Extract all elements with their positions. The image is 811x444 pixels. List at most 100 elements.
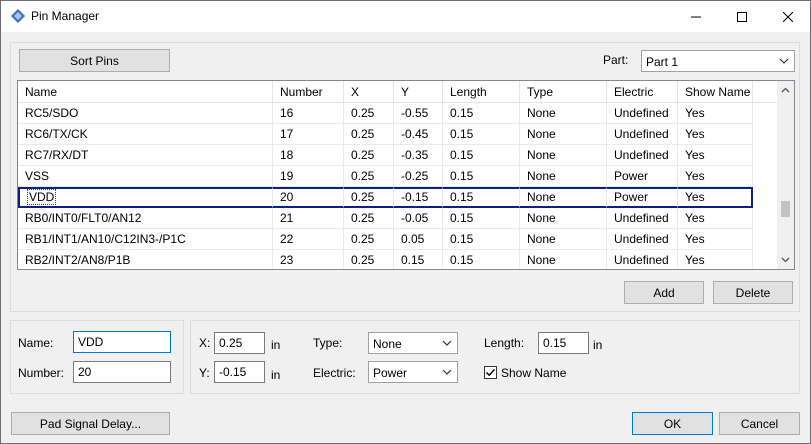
part-select[interactable]: Part 1 bbox=[641, 50, 795, 72]
table-row[interactable]: RB0/INT0/FLT0/AN12 21 0.25 -0.05 0.15 None Und… bbox=[18, 208, 778, 229]
column-header-type[interactable]: Type bbox=[520, 81, 607, 103]
cell-y: -0.15 bbox=[394, 187, 443, 208]
maximize-button[interactable] bbox=[719, 1, 765, 32]
chevron-down-icon bbox=[779, 58, 789, 64]
electric-select[interactable]: Power bbox=[368, 361, 458, 383]
cell-name: RB1/INT1/AN10/C12IN3-/P1C bbox=[18, 229, 273, 250]
y-unit-label: in bbox=[271, 368, 281, 382]
cell-text: Undefined bbox=[614, 211, 669, 225]
cell-text: 0.25 bbox=[351, 169, 375, 183]
name-field[interactable]: VDD bbox=[73, 331, 171, 353]
cell-text: 0.05 bbox=[401, 232, 425, 246]
part-label: Part: bbox=[603, 53, 629, 67]
cell-type: None bbox=[520, 187, 607, 208]
cell-text: Undefined bbox=[614, 253, 669, 267]
title-bar: Pin Manager bbox=[1, 1, 810, 32]
cell-type: None bbox=[520, 229, 607, 250]
cell-text: Yes bbox=[685, 232, 705, 246]
table-row[interactable]: RB2/INT2/AN8/P1B 23 0.25 0.15 0.15 None Undefi… bbox=[18, 250, 778, 269]
cell-text: 22 bbox=[280, 232, 294, 246]
close-icon bbox=[783, 11, 793, 22]
cell-text: 0.15 bbox=[450, 211, 474, 225]
pad-signal-delay-button[interactable]: Pad Signal Delay... bbox=[11, 412, 170, 435]
cell-y: -0.25 bbox=[394, 166, 443, 187]
sort-pins-button[interactable]: Sort Pins bbox=[19, 49, 170, 72]
pin-manager-window: Pin Manager Sort Pins Part: Part 1 Name … bbox=[0, 0, 811, 444]
column-header-number[interactable]: Number bbox=[273, 81, 344, 103]
vertical-scrollbar[interactable] bbox=[777, 81, 794, 269]
cell-text: VDD bbox=[27, 189, 57, 205]
cell-length: 0.15 bbox=[443, 166, 520, 187]
cell-text: RC6/TX/CK bbox=[25, 127, 88, 141]
cell-text: RC7/RX/DT bbox=[25, 148, 89, 162]
cell-number: 18 bbox=[273, 145, 344, 166]
cell-length: 0.15 bbox=[443, 103, 520, 124]
scrollbar-thumb[interactable] bbox=[781, 201, 790, 217]
column-header-length[interactable]: Length bbox=[443, 81, 520, 103]
x-label: X: bbox=[199, 336, 211, 350]
cell-y: -0.35 bbox=[394, 145, 443, 166]
cell-text: None bbox=[527, 127, 556, 141]
show-name-checkbox[interactable] bbox=[484, 366, 497, 379]
cell-text: 0.25 bbox=[351, 106, 375, 120]
pin-table[interactable]: Name Number X Y Length Type Electric Sho… bbox=[17, 80, 795, 270]
delete-button[interactable]: Delete bbox=[713, 281, 793, 304]
cell-text: 20 bbox=[280, 190, 294, 204]
close-button[interactable] bbox=[765, 1, 811, 32]
scroll-down-icon[interactable] bbox=[780, 254, 791, 265]
table-row[interactable]: RB1/INT1/AN10/C12IN3-/P1C 22 0.25 0.05 0.15 N… bbox=[18, 229, 778, 250]
cell-text: RB2/INT2/AN8/P1B bbox=[25, 253, 131, 267]
column-header-show-name[interactable]: Show Name bbox=[678, 81, 753, 103]
cell-text: Yes bbox=[685, 106, 705, 120]
app-logo-icon bbox=[11, 9, 25, 23]
part-select-value: Part 1 bbox=[646, 55, 679, 69]
cell-text: 17 bbox=[280, 127, 294, 141]
y-label: Y: bbox=[199, 366, 210, 380]
checkmark-icon bbox=[485, 368, 496, 377]
cell-show-name: Yes bbox=[678, 187, 753, 208]
table-row[interactable]: RC6/TX/CK 17 0.25 -0.45 0.15 None Undefined Yes bbox=[18, 124, 778, 145]
cancel-button[interactable]: Cancel bbox=[719, 412, 800, 435]
cell-x: 0.25 bbox=[344, 229, 394, 250]
pin-properties-panel bbox=[190, 320, 800, 394]
table-row[interactable]: RC7/RX/DT 18 0.25 -0.35 0.15 None Undefined Yes bbox=[18, 145, 778, 166]
cell-y: -0.05 bbox=[394, 208, 443, 229]
cell-text: RB0/INT0/FLT0/AN12 bbox=[25, 211, 142, 225]
cell-text: 0.15 bbox=[450, 127, 474, 141]
column-header-electric[interactable]: Electric bbox=[607, 81, 678, 103]
cell-text: -0.15 bbox=[401, 190, 429, 204]
add-button[interactable]: Add bbox=[624, 281, 704, 304]
cell-text: Power bbox=[614, 169, 649, 183]
minimize-button[interactable] bbox=[673, 1, 719, 32]
cell-text: 0.15 bbox=[401, 253, 425, 267]
table-row[interactable]: VDD 20 0.25 -0.15 0.15 None Power Yes bbox=[18, 187, 778, 208]
type-select[interactable]: None bbox=[368, 332, 458, 354]
cell-show-name: Yes bbox=[678, 103, 753, 124]
cell-length: 0.15 bbox=[443, 250, 520, 269]
cell-type: None bbox=[520, 145, 607, 166]
x-field[interactable]: 0.25 bbox=[214, 332, 265, 354]
cell-number: 16 bbox=[273, 103, 344, 124]
column-header-name[interactable]: Name bbox=[18, 81, 273, 103]
cell-text: None bbox=[527, 106, 556, 120]
minimize-icon bbox=[691, 16, 701, 17]
column-header-y[interactable]: Y bbox=[394, 81, 443, 103]
cell-show-name: Yes bbox=[678, 250, 753, 269]
number-field[interactable]: 20 bbox=[73, 361, 171, 383]
ok-button[interactable]: OK bbox=[632, 412, 713, 435]
y-field[interactable]: -0.15 bbox=[214, 361, 265, 383]
cell-text: None bbox=[527, 211, 556, 225]
length-field[interactable]: 0.15 bbox=[538, 332, 589, 354]
electric-select-value: Power bbox=[373, 366, 408, 380]
cell-electric: Undefined bbox=[607, 208, 678, 229]
cell-text: 18 bbox=[280, 148, 294, 162]
table-row[interactable]: VSS 19 0.25 -0.25 0.15 None Power Yes bbox=[18, 166, 778, 187]
cell-electric: Undefined bbox=[607, 145, 678, 166]
column-header-x[interactable]: X bbox=[344, 81, 394, 103]
cell-length: 0.15 bbox=[443, 145, 520, 166]
cell-x: 0.25 bbox=[344, 145, 394, 166]
table-row[interactable]: RC5/SDO 16 0.25 -0.55 0.15 None Undefined Yes bbox=[18, 103, 778, 124]
window-title: Pin Manager bbox=[31, 9, 100, 23]
cell-text: None bbox=[527, 232, 556, 246]
scroll-up-icon[interactable] bbox=[780, 85, 791, 96]
